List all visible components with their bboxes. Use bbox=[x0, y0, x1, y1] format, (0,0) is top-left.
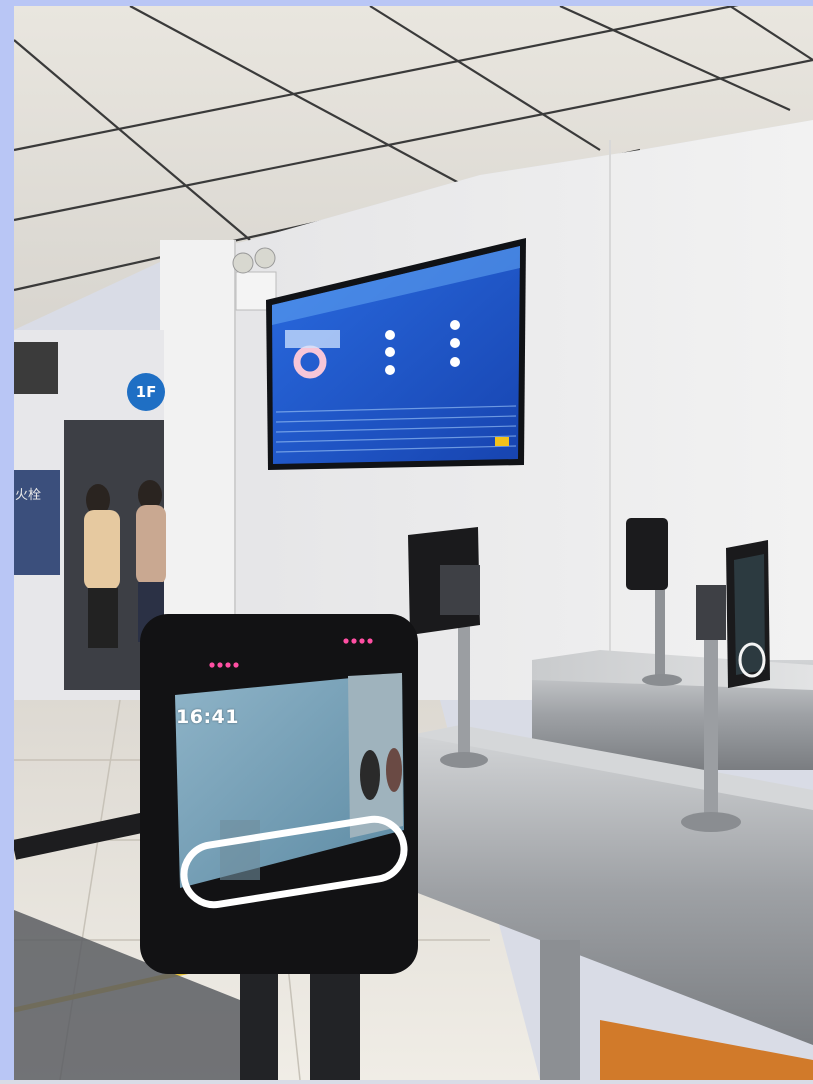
hydrant-sign-label: 火栓 bbox=[15, 488, 42, 503]
terminal-clock: 16:41 bbox=[176, 706, 239, 728]
ac-vent bbox=[14, 342, 58, 394]
scene-drawing bbox=[0, 0, 813, 1081]
face-terminal-front bbox=[140, 614, 418, 974]
floor-sign: 1F bbox=[127, 373, 165, 411]
pillar bbox=[160, 240, 235, 640]
face-scanner-back bbox=[626, 518, 668, 590]
photo-scene: 1F 火栓 16:41 bbox=[0, 0, 813, 1081]
